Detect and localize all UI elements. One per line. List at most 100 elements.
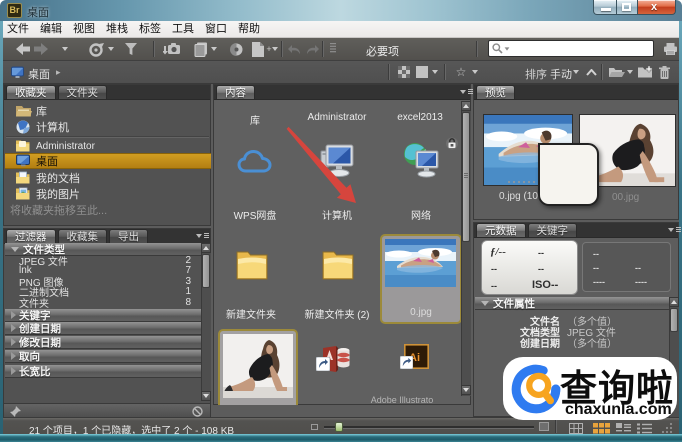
- open-recent-folder-icon[interactable]: [608, 64, 625, 80]
- metadata-section-file-properties[interactable]: 文件属性: [475, 297, 679, 310]
- recent-locations-dropdown[interactable]: [59, 41, 71, 57]
- redo-button[interactable]: [304, 41, 320, 57]
- favorites-item-library[interactable]: 库: [5, 103, 211, 119]
- content-item-label[interactable]: 新建文件夹: [226, 306, 276, 321]
- output-printer-icon[interactable]: [663, 41, 677, 57]
- rating-filter-dropdown[interactable]: [470, 64, 480, 80]
- sort-ascending-toggle[interactable]: [585, 64, 597, 80]
- thumbnail-quality-quick-icon[interactable]: [397, 64, 411, 80]
- bridge-app-icon[interactable]: Br: [7, 3, 22, 18]
- tab-preview[interactable]: 预览: [476, 85, 515, 99]
- loupe-magnifier[interactable]: [538, 143, 599, 206]
- tab-favorites[interactable]: 收藏夹: [6, 85, 56, 99]
- filter-section-created[interactable]: 创建日期: [5, 322, 205, 335]
- boomerang-reveal-button[interactable]: [88, 41, 114, 57]
- sort-mode-dropdown[interactable]: 手动: [550, 66, 572, 82]
- filter-scroll-down[interactable]: [201, 391, 211, 401]
- toolbar-separator: [322, 41, 323, 57]
- open-recent-dropdown[interactable]: [625, 64, 634, 80]
- favorites-item-desktop[interactable]: 桌面: [5, 153, 211, 169]
- content-panel-menu-icon[interactable]: [460, 87, 473, 96]
- clear-filter-icon[interactable]: [192, 406, 203, 417]
- undo-button[interactable]: [286, 41, 302, 57]
- get-photos-from-camera-button[interactable]: [162, 41, 182, 57]
- rotate-sphere-button[interactable]: [229, 41, 244, 57]
- content-item-access-shortcut[interactable]: [321, 346, 351, 377]
- content-item-label[interactable]: WPS网盘: [234, 207, 277, 222]
- favorites-item-pictures[interactable]: 我的图片: [5, 186, 211, 202]
- content-scrollbar-thumb[interactable]: [462, 112, 470, 242]
- menu-edit[interactable]: 编辑: [40, 21, 62, 38]
- tab-folders[interactable]: 文件夹: [58, 85, 108, 99]
- content-scroll-down[interactable]: [461, 385, 471, 395]
- content-item-network[interactable]: [403, 141, 439, 184]
- tab-export[interactable]: 导出: [109, 229, 148, 243]
- metadata-scrollbar-thumb[interactable]: [670, 308, 678, 332]
- forward-button[interactable]: [33, 41, 49, 57]
- content-item-label[interactable]: 库: [250, 112, 260, 127]
- tab-content[interactable]: 内容: [216, 85, 255, 99]
- menu-view[interactable]: 视图: [73, 21, 95, 38]
- menu-window[interactable]: 窗口: [205, 21, 227, 38]
- filter-panel-menu-icon[interactable]: [196, 231, 209, 240]
- output-document-button[interactable]: [249, 41, 267, 57]
- sort-mode-chevron[interactable]: [571, 64, 581, 80]
- favorites-item-computer[interactable]: 计算机: [5, 119, 211, 135]
- menu-label[interactable]: 标签: [139, 21, 161, 38]
- filter-entry[interactable]: JPEG 文件 2: [5, 255, 205, 266]
- workspace-label[interactable]: 必要项: [366, 43, 399, 59]
- metadata-panel-menu-icon[interactable]: [668, 225, 681, 234]
- filter-section-modified[interactable]: 修改日期: [5, 336, 205, 349]
- content-item-label[interactable]: excel2013: [397, 112, 443, 123]
- metadata-row-value[interactable]: （多个值）: [567, 335, 617, 350]
- filter-entry[interactable]: 文件夹 8: [5, 297, 205, 308]
- thumbnail-slider-thumb[interactable]: [335, 422, 343, 432]
- content-scroll-up[interactable]: [461, 101, 471, 111]
- filter-section-aspect[interactable]: 长宽比: [5, 365, 205, 378]
- favorites-item-administrator[interactable]: Administrator: [5, 138, 211, 154]
- filter-scrollbar-thumb[interactable]: [202, 254, 210, 288]
- content-item-0jpg-selected[interactable]: 0.jpg: [380, 234, 461, 324]
- refine-funnel-button[interactable]: [124, 41, 138, 57]
- camera-raw-dropdown[interactable]: [209, 41, 219, 57]
- search-box[interactable]: [488, 40, 654, 57]
- content-item-wps-cloud[interactable]: [237, 145, 272, 184]
- delete-trash-icon[interactable]: [657, 64, 671, 80]
- close-button[interactable]: x: [637, 0, 676, 15]
- content-item-illustrator-shortcut[interactable]: Ai: [404, 344, 429, 374]
- output-dropdown[interactable]: +: [266, 41, 278, 57]
- larger-thumbnails-icon[interactable]: [539, 422, 549, 431]
- menu-file[interactable]: 文件: [7, 21, 29, 38]
- thumbnail-quality-dropdown[interactable]: [430, 64, 440, 80]
- content-item-new-folder-2[interactable]: [322, 246, 354, 287]
- content-item-label[interactable]: Administrator: [308, 112, 367, 123]
- tab-keywords[interactable]: 关键字: [528, 223, 578, 237]
- rating-filter-star-icon[interactable]: ☆: [454, 64, 468, 80]
- menu-stack[interactable]: 堆栈: [106, 21, 128, 38]
- content-item-photo-selected[interactable]: [218, 329, 298, 405]
- maximize-button[interactable]: [617, 0, 637, 15]
- content-item-label[interactable]: 新建文件夹 (2): [305, 306, 370, 321]
- open-in-camera-raw-button[interactable]: [191, 41, 209, 57]
- content-item-label[interactable]: 网络: [411, 207, 431, 222]
- filter-section-orientation[interactable]: 取向: [5, 350, 205, 363]
- thumbnail-size-slider[interactable]: [324, 426, 534, 428]
- keep-filter-pin-icon[interactable]: [10, 406, 21, 417]
- search-scope-dropdown[interactable]: [505, 47, 510, 50]
- tab-metadata[interactable]: 元数据: [476, 223, 526, 237]
- menu-tools[interactable]: 工具: [172, 21, 194, 38]
- content-item-label-partial[interactable]: Adobe Illustrato: [371, 395, 434, 405]
- menu-help[interactable]: 帮助: [238, 21, 260, 38]
- back-button[interactable]: [15, 41, 31, 57]
- content-item-new-folder[interactable]: [236, 246, 268, 287]
- metadata-scroll-up[interactable]: [669, 297, 679, 307]
- smaller-thumbnails-icon[interactable]: [311, 424, 318, 430]
- content-item-computer[interactable]: [319, 143, 355, 184]
- breadcrumb-item[interactable]: 桌面: [28, 66, 50, 82]
- new-folder-button[interactable]: [637, 64, 653, 80]
- content-item-label[interactable]: 计算机: [322, 207, 352, 222]
- favorites-item-documents[interactable]: 我的文档: [5, 170, 211, 186]
- minimize-button[interactable]: [593, 0, 617, 15]
- thumbnail-quality-hq-icon[interactable]: [415, 64, 429, 80]
- filter-scroll-up[interactable]: [201, 243, 211, 253]
